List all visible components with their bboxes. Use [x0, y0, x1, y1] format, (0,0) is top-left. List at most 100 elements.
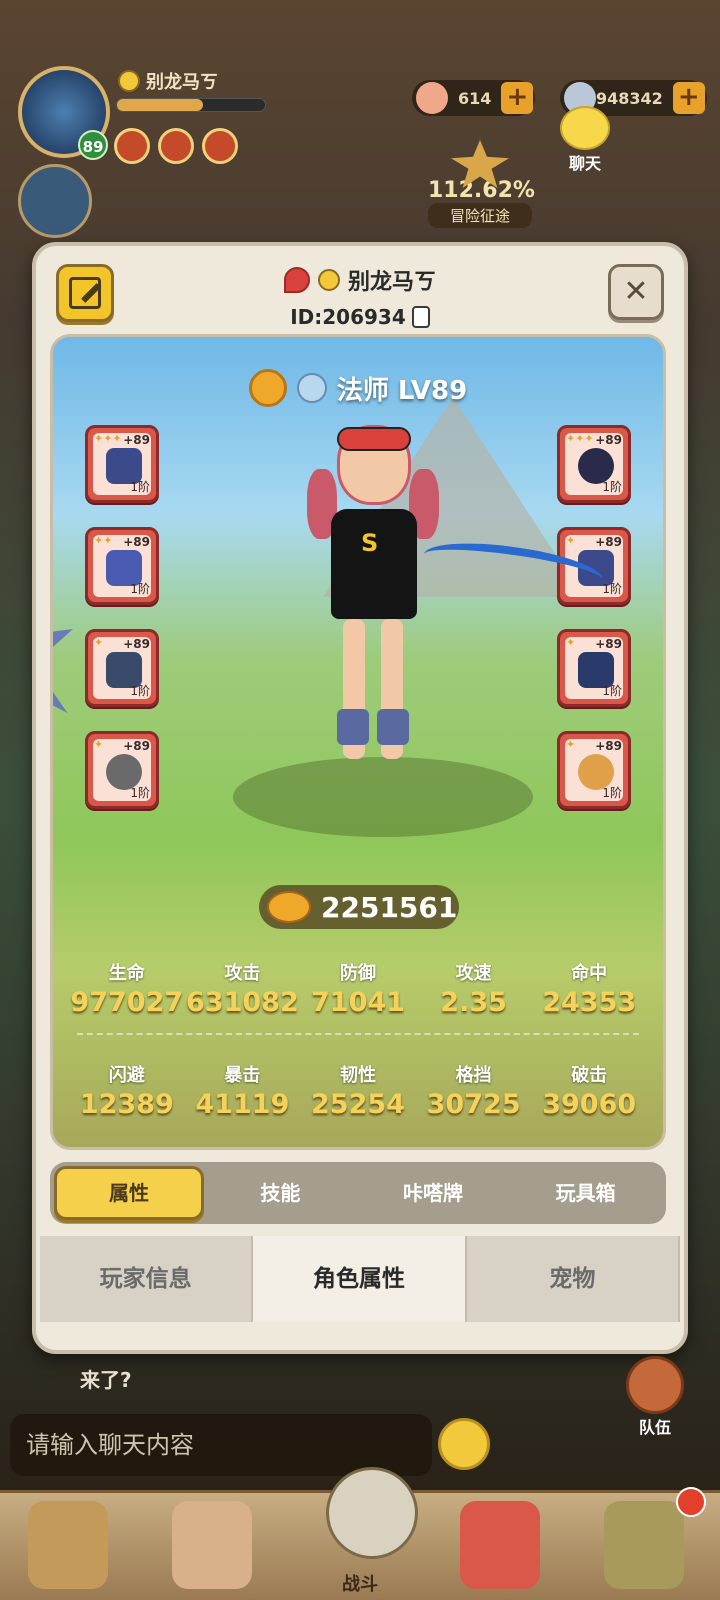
stat-value: 24353	[542, 987, 637, 1018]
stat-block: 格挡 30725	[416, 1061, 532, 1120]
enhance-level: +89	[123, 739, 150, 753]
boot	[377, 709, 409, 745]
star-rating: ✦	[94, 738, 104, 751]
tab-skills[interactable]: 技能	[204, 1166, 357, 1220]
class-title: 法师 LV89	[53, 369, 663, 407]
nav-fight[interactable]: 战斗	[288, 1467, 432, 1600]
adventure-label: 冒险征途	[428, 203, 532, 228]
stat-value: 2.35	[440, 987, 507, 1018]
stats-row-1: 生命 977027 攻击 631082 防御 71041 攻速 2.35 命中 24353	[69, 959, 647, 1018]
stat-value: 39060	[542, 1089, 637, 1120]
stat-value: 977027	[70, 987, 184, 1018]
tab-character-attributes[interactable]: 角色属性	[253, 1236, 467, 1322]
key-icon	[283, 267, 310, 293]
equipment-slot-ring[interactable]: ✦ +89 1阶	[85, 731, 159, 809]
stat-value: 25254	[311, 1089, 405, 1120]
stat-crit: 暴击 41119	[185, 1061, 301, 1120]
equipment-slot-offhand[interactable]: ✦✦ +89 1阶	[85, 527, 159, 605]
stat-label: 韧性	[339, 1065, 376, 1086]
nav-hero[interactable]	[144, 1493, 288, 1600]
buff-icon[interactable]	[158, 128, 194, 164]
combat-power: 2251561	[259, 885, 459, 929]
bottom-navigation: 战斗	[0, 1467, 720, 1600]
spiky-weapon	[53, 587, 73, 727]
equipment-slot-necklace[interactable]: ✦ +89 1阶	[557, 731, 631, 809]
enhance-level: +89	[123, 637, 150, 651]
emoji-button[interactable]	[438, 1418, 490, 1470]
character-model	[307, 409, 439, 789]
player-level-badge: 89	[78, 130, 108, 160]
enhance-level: +89	[123, 535, 150, 549]
star-rating: ✦	[94, 636, 104, 649]
copy-icon[interactable]	[411, 306, 430, 328]
tier-label: 1阶	[130, 582, 150, 596]
hero-icon	[172, 1501, 252, 1589]
tab-attributes[interactable]: 属性	[54, 1166, 204, 1220]
enhance-level: +89	[595, 433, 622, 447]
stat-label: 防御	[339, 963, 376, 984]
tab-player-info[interactable]: 玩家信息	[40, 1236, 254, 1322]
attribute-subtabs: 属性 技能 咔嗒牌 玩具箱	[50, 1162, 666, 1224]
add-gems-button[interactable]: +	[501, 82, 534, 114]
tier-label: 1阶	[602, 786, 622, 800]
stat-attack-speed: 攻速 2.35	[416, 959, 532, 1018]
equipment-slot-bracer[interactable]: ✦ +89 1阶	[85, 629, 159, 707]
nav-shop[interactable]	[576, 1487, 720, 1600]
tier-label: 1阶	[602, 582, 622, 596]
enhance-level: +89	[595, 535, 622, 549]
hud-player-name: 别龙马ㄎ	[118, 68, 218, 94]
sword-icon	[326, 1467, 418, 1559]
add-coins-button[interactable]: +	[672, 82, 705, 114]
equipment-slot-helmet[interactable]: ✦✦✦ +89 1阶	[557, 425, 631, 503]
enhance-level: +89	[595, 637, 622, 651]
tab-cards[interactable]: 咔嗒牌	[357, 1166, 510, 1220]
tab-pets[interactable]: 宠物	[466, 1236, 680, 1322]
companion-avatar[interactable]	[18, 164, 92, 238]
stat-value: 41119	[195, 1089, 290, 1120]
buff-icon[interactable]	[114, 128, 150, 164]
stat-attack: 攻击 631082	[185, 959, 301, 1018]
stat-label: 破击	[571, 1065, 608, 1086]
team-button[interactable]: 队伍	[626, 1356, 684, 1438]
notification-badge	[676, 1487, 706, 1517]
star-rating: ✦	[566, 636, 576, 649]
chat-label: 聊天	[568, 154, 601, 173]
equipment-slot-boots[interactable]: ✦ +89 1阶	[557, 629, 631, 707]
strength-arm-icon	[267, 891, 311, 923]
shop-icon	[604, 1501, 684, 1589]
tab-toybox[interactable]: 玩具箱	[509, 1166, 662, 1220]
stat-tenacity: 韧性 25254	[300, 1061, 416, 1120]
stat-label: 攻击	[224, 963, 261, 984]
player-profile-dialog: ✕ 别龙马ㄎ ID:206934 法师 LV89 ✦✦✦ +89 1阶 ✦✦ +…	[32, 242, 688, 1354]
star-rating: ✦✦✦	[566, 432, 594, 445]
nav-character[interactable]	[0, 1493, 144, 1600]
hud-player-name-text: 别龙马ㄎ	[146, 72, 218, 93]
tier-label: 1阶	[130, 480, 150, 494]
buff-icon[interactable]	[202, 128, 238, 164]
enhance-level: +89	[123, 433, 150, 447]
tier-label: 1阶	[602, 684, 622, 698]
stats-divider	[77, 1033, 639, 1035]
star-rating: ✦✦✦	[94, 432, 122, 445]
tier-label: 1阶	[602, 480, 622, 494]
equipment-slot-weapon[interactable]: ✦✦✦ +89 1阶	[85, 425, 159, 503]
star-rating: ✦	[566, 534, 576, 547]
team-label: 队伍	[638, 1418, 671, 1437]
nav-pet[interactable]	[432, 1493, 576, 1600]
star-rating: ✦	[566, 738, 576, 751]
tier-label: 1阶	[130, 786, 150, 800]
tier-label: 1阶	[130, 684, 150, 698]
coin-amount: 948342	[596, 88, 663, 108]
exp-bar-fill	[117, 99, 203, 111]
adventure-progress[interactable]: 112.62% 冒险征途	[428, 140, 535, 228]
class-level-text: 法师 LV89	[336, 375, 468, 406]
profile-name: 别龙马ㄎ	[347, 270, 436, 295]
goggles	[337, 427, 411, 451]
stats-row-2: 闪避 12389 暴击 41119 韧性 25254 格挡 30725 破击 39060	[69, 1061, 647, 1120]
stat-value: 30725	[426, 1089, 521, 1120]
stat-hp: 生命 977027	[69, 959, 185, 1018]
chat-button[interactable]: 聊天	[560, 106, 610, 174]
character-icon	[28, 1501, 108, 1589]
pet-icon	[460, 1501, 540, 1589]
team-icon	[626, 1356, 684, 1414]
